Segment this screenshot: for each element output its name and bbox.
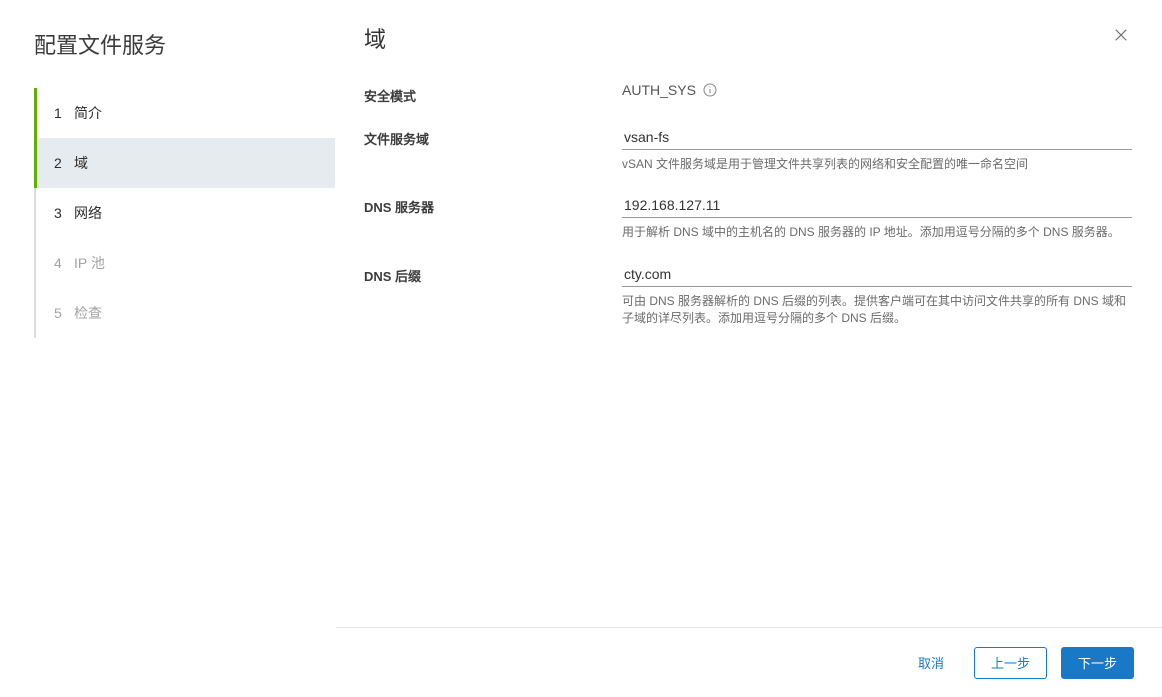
page-title: 域: [364, 22, 386, 54]
domain-label: 文件服务域: [364, 125, 622, 148]
step-domain[interactable]: 2 域: [36, 138, 335, 188]
step-label: 网络: [74, 203, 102, 223]
dns-servers-input[interactable]: [622, 193, 1132, 218]
step-intro[interactable]: 1 简介: [36, 88, 335, 138]
wizard-steps: 1 简介 2 域 3 网络 4 IP 池 5 检查: [34, 88, 335, 338]
dns-servers-help: 用于解析 DNS 域中的主机名的 DNS 服务器的 IP 地址。添加用逗号分隔的…: [622, 224, 1132, 241]
domain-input[interactable]: [622, 125, 1132, 150]
step-number: 3: [54, 205, 68, 221]
step-number: 4: [54, 255, 68, 271]
main-panel: 域 安全模式 AUTH_SYS: [336, 0, 1162, 697]
domain-form: 安全模式 AUTH_SYS 文件服务域 vSAN 文件服务域是用于管理文件共享列…: [364, 82, 1134, 627]
dns-servers-label: DNS 服务器: [364, 193, 622, 216]
domain-help: vSAN 文件服务域是用于管理文件共享列表的网络和安全配置的唯一命名空间: [622, 156, 1132, 173]
next-button[interactable]: 下一步: [1061, 647, 1134, 679]
step-number: 5: [54, 305, 68, 321]
step-label: 简介: [74, 103, 102, 123]
main-header: 域: [364, 22, 1134, 54]
wizard-sidebar: 配置文件服务 1 简介 2 域 3 网络 4 IP 池 5 检查: [0, 0, 336, 697]
step-review: 5 检查: [36, 288, 335, 338]
row-dns-servers: DNS 服务器 用于解析 DNS 域中的主机名的 DNS 服务器的 IP 地址。…: [364, 193, 1134, 241]
sidebar-title: 配置文件服务: [0, 20, 335, 88]
row-file-service-domain: 文件服务域 vSAN 文件服务域是用于管理文件共享列表的网络和安全配置的唯一命名…: [364, 125, 1134, 173]
config-file-service-dialog: 配置文件服务 1 简介 2 域 3 网络 4 IP 池 5 检查: [0, 0, 1162, 697]
security-mode-value-wrap: AUTH_SYS: [622, 82, 1134, 98]
info-icon[interactable]: [702, 82, 718, 98]
security-mode-value: AUTH_SYS: [622, 82, 696, 98]
dns-suffix-label: DNS 后缀: [364, 262, 622, 285]
dialog-footer: 取消 上一步 下一步: [336, 627, 1162, 697]
step-number: 1: [54, 105, 68, 121]
cancel-button[interactable]: 取消: [902, 647, 960, 679]
step-label: 检查: [74, 303, 102, 323]
step-label: IP 池: [74, 253, 105, 273]
dns-suffix-help: 可由 DNS 服务器解析的 DNS 后缀的列表。提供客户端可在其中访问文件共享的…: [622, 293, 1132, 328]
back-button[interactable]: 上一步: [974, 647, 1047, 679]
security-mode-label: 安全模式: [364, 82, 622, 105]
step-ip-pool: 4 IP 池: [36, 238, 335, 288]
row-security-mode: 安全模式 AUTH_SYS: [364, 82, 1134, 105]
close-button[interactable]: [1108, 22, 1134, 51]
row-dns-suffix: DNS 后缀 可由 DNS 服务器解析的 DNS 后缀的列表。提供客户端可在其中…: [364, 262, 1134, 328]
step-network[interactable]: 3 网络: [36, 188, 335, 238]
dns-suffix-input[interactable]: [622, 262, 1132, 287]
step-number: 2: [54, 155, 68, 171]
close-icon: [1112, 32, 1130, 47]
step-label: 域: [74, 153, 88, 173]
